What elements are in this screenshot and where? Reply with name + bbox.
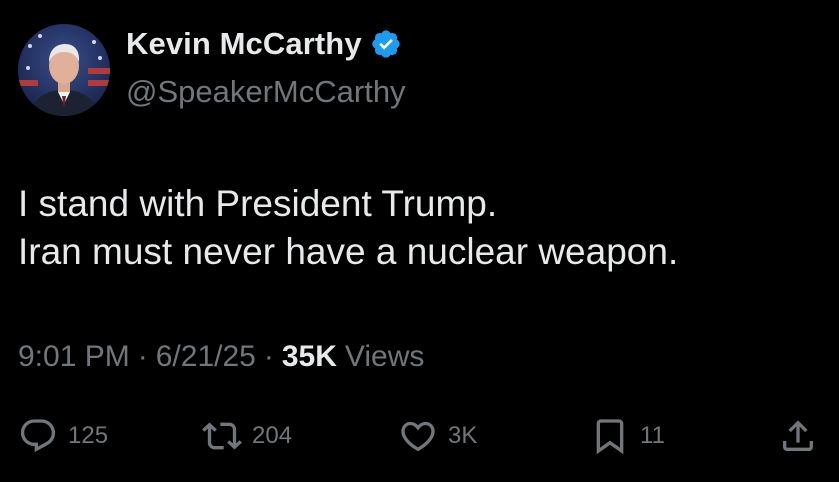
like-button[interactable]: 3K — [398, 414, 477, 458]
avatar[interactable] — [18, 24, 110, 116]
reply-count: 125 — [68, 422, 109, 449]
author-name-row: Kevin McCarthy — [126, 26, 402, 62]
tweet-card: Kevin McCarthy @SpeakerMcCarthy I stand … — [0, 0, 839, 482]
views-count[interactable]: 35K — [282, 340, 337, 374]
share-button[interactable] — [778, 414, 818, 458]
author-handle[interactable]: @SpeakerMcCarthy — [126, 74, 406, 110]
reply-icon — [20, 419, 56, 453]
bookmark-icon — [596, 419, 624, 455]
repost-icon — [202, 422, 242, 450]
meta-separator: · — [263, 340, 274, 373]
avatar-image — [18, 24, 110, 116]
tweet-text-line: I stand with President Trump. — [18, 183, 498, 224]
tweet-text-line: Iran must never have a nuclear weapon. — [18, 231, 679, 272]
repost-button[interactable]: 204 — [202, 414, 292, 458]
reply-button[interactable]: 125 — [18, 414, 108, 458]
tweet-meta: 9:01 PM · 6/21/25 · 35K Views — [18, 340, 424, 374]
author-display-name[interactable]: Kevin McCarthy — [126, 26, 362, 62]
views-label: Views — [344, 340, 425, 373]
tweet-text: I stand with President Trump. Iran must … — [18, 180, 818, 276]
share-icon — [783, 420, 813, 451]
heart-icon — [401, 421, 435, 452]
tweet-time[interactable]: 9:01 PM — [18, 340, 130, 374]
bookmark-count: 11 — [640, 422, 665, 449]
like-count: 3K — [448, 422, 478, 449]
action-bar: 125 204 3K 11 — [0, 414, 839, 458]
verified-badge-icon — [370, 28, 402, 60]
bookmark-button[interactable]: 11 — [590, 414, 665, 458]
meta-separator: · — [137, 340, 148, 373]
tweet-date[interactable]: 6/21/25 — [156, 340, 256, 374]
repost-count: 204 — [252, 422, 293, 449]
